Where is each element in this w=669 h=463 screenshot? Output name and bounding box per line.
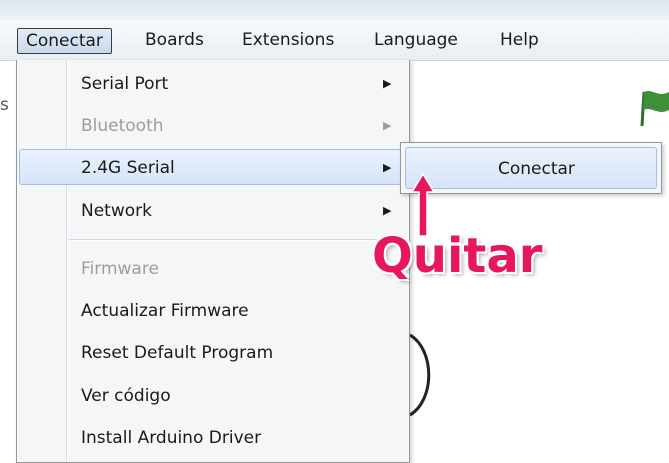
window-top-strip (0, 0, 669, 20)
2-4g-serial-submenu: Conectar (400, 142, 662, 194)
menu-item-actualizar-firmware[interactable]: Actualizar Firmware (19, 293, 407, 329)
annotation-label: Quitar (372, 228, 543, 284)
menu-separator (69, 239, 403, 241)
menu-item-2-4g-serial[interactable]: 2.4G Serial ▶ (19, 149, 407, 185)
conectar-dropdown-menu: Serial Port ▶ Bluetooth ▶ 2.4G Serial ▶ … (16, 60, 410, 463)
menu-item-label: Ver código (81, 386, 171, 406)
background-text-fragment: s (0, 95, 9, 115)
menu-item-network[interactable]: Network ▶ (19, 193, 407, 229)
menu-item-firmware: Firmware (19, 251, 407, 287)
menu-extensions[interactable]: Extensions (234, 28, 342, 52)
menu-item-reset-default-program[interactable]: Reset Default Program (19, 335, 407, 371)
menu-boards[interactable]: Boards (137, 28, 212, 52)
sprite-outline (409, 333, 431, 417)
menu-bar: Conectar Boards Extensions Language Help (0, 20, 669, 61)
submenu-arrow-icon: ▶ (383, 161, 392, 174)
menu-item-label: Reset Default Program (81, 343, 274, 363)
menu-item-label: 2.4G Serial (81, 158, 175, 178)
submenu-arrow-icon: ▶ (383, 77, 392, 90)
submenu-arrow-icon: ▶ (383, 119, 392, 132)
menu-item-bluetooth[interactable]: Bluetooth ▶ (19, 108, 407, 144)
menu-item-label: Firmware (81, 259, 159, 279)
menu-conectar[interactable]: Conectar (17, 28, 112, 54)
green-flag-icon[interactable] (640, 86, 669, 126)
menu-item-label: Serial Port (81, 74, 169, 94)
menu-item-install-arduino-driver[interactable]: Install Arduino Driver (19, 420, 407, 456)
menu-help[interactable]: Help (492, 28, 547, 52)
menu-language[interactable]: Language (366, 28, 466, 52)
submenu-item-conectar[interactable]: Conectar (405, 147, 657, 189)
submenu-arrow-icon: ▶ (383, 204, 392, 217)
menu-item-label: Network (81, 201, 152, 221)
submenu-item-label: Conectar (498, 159, 575, 179)
menu-item-label: Bluetooth (81, 116, 164, 136)
menu-item-serial-port[interactable]: Serial Port ▶ (19, 66, 407, 102)
menu-item-label: Actualizar Firmware (81, 301, 249, 321)
menu-item-label: Install Arduino Driver (81, 428, 262, 448)
menu-item-ver-codigo[interactable]: Ver código (19, 378, 407, 414)
